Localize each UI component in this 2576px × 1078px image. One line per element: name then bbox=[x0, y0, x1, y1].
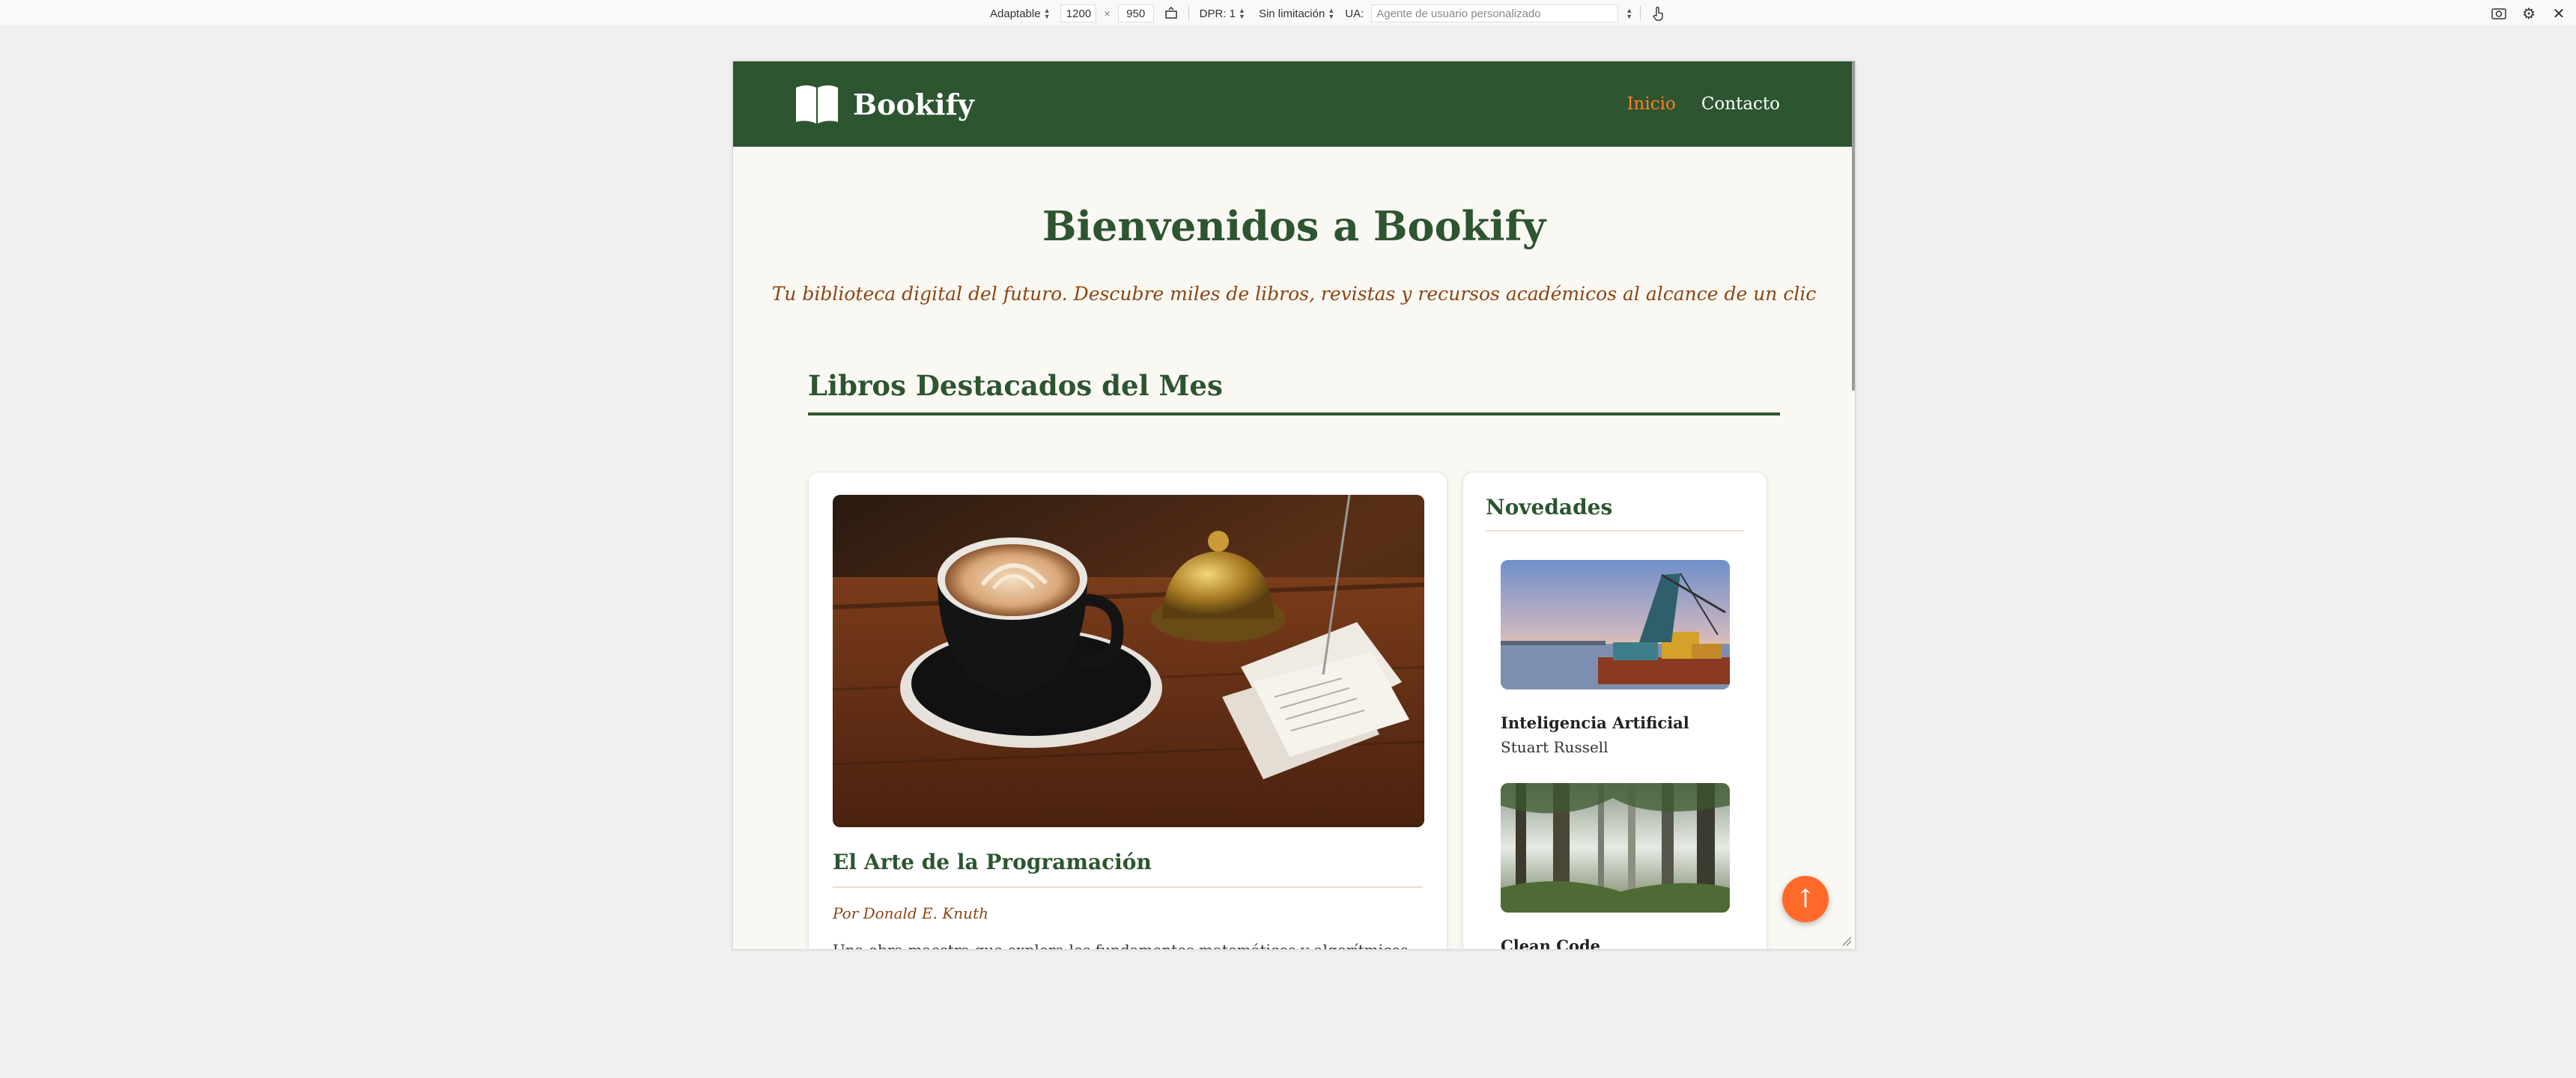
screenshot-icon[interactable] bbox=[2489, 4, 2509, 23]
ua-label: UA: bbox=[1345, 7, 1364, 20]
hero-subtitle: Tu biblioteca digital del futuro. Descub… bbox=[771, 283, 1817, 305]
device-viewport: Bookify Inicio Contacto Bienvenidos a Bo… bbox=[732, 61, 1856, 950]
responsive-toolbar: Adaptable ▲ ▼ 1200 × 950 DPR: 1 ▲ ▼ Sin li… bbox=[0, 0, 2576, 27]
site-header: Bookify Inicio Contacto bbox=[733, 61, 1855, 147]
device-select[interactable]: Adaptable ▲ ▼ bbox=[987, 7, 1053, 20]
dpr-select[interactable]: DPR: 1 ▲ ▼ bbox=[1197, 7, 1248, 20]
hero-title: Bienvenidos a Bookify bbox=[1042, 202, 1546, 250]
list-item[interactable]: Clean Code bbox=[1501, 783, 1730, 950]
brand-name: Bookify bbox=[853, 87, 975, 121]
section-title: Libros Destacados del Mes bbox=[808, 369, 1780, 415]
nav-link-inicio[interactable]: Inicio bbox=[1626, 94, 1675, 114]
throttle-select[interactable]: Sin limitación ▲ ▼ bbox=[1256, 7, 1337, 20]
harbor-crane-photo bbox=[1501, 560, 1730, 689]
viewport-width-input[interactable]: 1200 bbox=[1060, 4, 1097, 22]
throttle-select-label: Sin limitación bbox=[1258, 7, 1325, 20]
list-item[interactable]: Inteligencia Artificial Stuart Russell bbox=[1501, 560, 1730, 756]
list-item-author: Stuart Russell bbox=[1501, 738, 1609, 756]
updown-icon: ▲ ▼ bbox=[1043, 7, 1051, 20]
settings-gear-icon[interactable]: ⚙ bbox=[2519, 4, 2539, 23]
viewport-height-input[interactable]: 950 bbox=[1117, 4, 1154, 22]
featured-book-author: Por Donald E. Knuth bbox=[833, 904, 988, 922]
novedades-title: Novedades bbox=[1486, 495, 1744, 532]
user-agent-input[interactable]: Agente de usuario personalizado bbox=[1371, 4, 1619, 22]
site-logo[interactable]: Bookify bbox=[793, 83, 974, 125]
featured-book-card[interactable]: El Arte de la Programación Por Donald E.… bbox=[808, 472, 1448, 950]
rotate-viewport-icon[interactable] bbox=[1161, 4, 1181, 23]
viewport-scrollbar[interactable] bbox=[1852, 61, 1855, 391]
dpr-select-label: DPR: 1 bbox=[1199, 7, 1236, 20]
list-item-title: Inteligencia Artificial bbox=[1501, 713, 1689, 732]
featured-book-title[interactable]: El Arte de la Programación bbox=[833, 850, 1423, 888]
updown-icon: ▲ ▼ bbox=[1239, 7, 1245, 20]
dimension-separator: × bbox=[1104, 7, 1111, 19]
updown-icon: ▲ ▼ bbox=[1328, 7, 1335, 20]
ua-dropdown-icon[interactable]: ▲ ▼ bbox=[1626, 7, 1632, 20]
resize-handle-icon[interactable] bbox=[1841, 936, 1852, 946]
touch-simulation-icon[interactable] bbox=[1648, 4, 1668, 23]
close-icon[interactable]: ✕ bbox=[2549, 4, 2569, 23]
forest-photo bbox=[1501, 783, 1730, 913]
toolbar-divider bbox=[1640, 6, 1641, 21]
device-select-label: Adaptable bbox=[990, 7, 1041, 20]
main-nav: Inicio Contacto bbox=[1626, 94, 1780, 114]
coffee-photo bbox=[833, 495, 1424, 827]
list-item-title: Clean Code bbox=[1501, 937, 1601, 950]
featured-book-description: Una obra maestra que explora los fundame… bbox=[833, 941, 1409, 950]
novedades-card: Novedades Inteligencia Artificial Stuart… bbox=[1462, 472, 1767, 950]
nav-link-contacto[interactable]: Contacto bbox=[1701, 94, 1780, 114]
open-book-icon bbox=[796, 85, 838, 124]
toolbar-divider bbox=[1188, 6, 1189, 21]
hero: Bienvenidos a Bookify Tu biblioteca digi… bbox=[733, 147, 1855, 305]
back-to-top-button[interactable]: ↑ bbox=[1782, 876, 1829, 922]
